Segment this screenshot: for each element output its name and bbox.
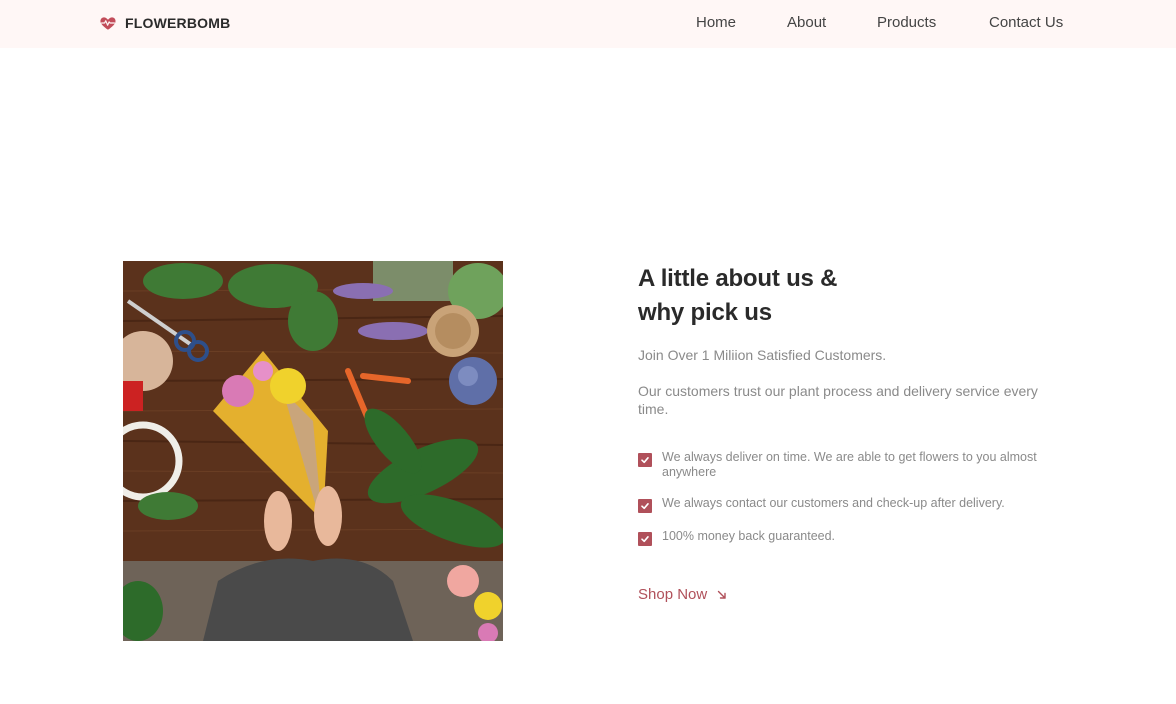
checklist-item: We always contact our customers and chec… [638, 496, 1058, 513]
nav-about[interactable]: About [787, 14, 826, 31]
checklist-item-text: We always deliver on time. We are able t… [662, 450, 1037, 479]
shop-now-label: Shop Now [638, 586, 708, 603]
navbar: FLOWERBOMB Home About Products Contact U… [0, 0, 1176, 48]
checklist-item-text: 100% money back guaranteed. [662, 529, 836, 543]
section-description: Our customers trust our plant process an… [638, 383, 1038, 417]
nav-products[interactable]: Products [877, 14, 936, 31]
section-subtitle: Join Over 1 Miliion Satisfied Customers. [638, 347, 887, 363]
checklist-item-text: We always contact our customers and chec… [662, 496, 1005, 510]
section-heading: A little about us & why pick us [638, 262, 1058, 330]
main-nav: Home About Products Contact Us [0, 14, 1176, 34]
arrow-down-right-icon [717, 590, 727, 600]
heading-line-2: why pick us [638, 299, 772, 326]
nav-contact-us[interactable]: Contact Us [989, 14, 1063, 31]
heading-line-1: A little about us & [638, 265, 838, 292]
about-section: A little about us & why pick us Join Ove… [638, 262, 1058, 562]
shop-now-link[interactable]: Shop Now [638, 586, 727, 603]
checklist-item: 100% money back guaranteed. [638, 529, 1058, 546]
checkbox-check-icon [638, 532, 652, 546]
features-checklist: We always deliver on time. We are able t… [638, 450, 1058, 546]
checkbox-check-icon [638, 499, 652, 513]
checklist-item: We always deliver on time. We are able t… [638, 450, 1058, 480]
flower-bouquet-photo [123, 261, 503, 641]
checkbox-check-icon [638, 453, 652, 467]
nav-home[interactable]: Home [696, 14, 736, 31]
